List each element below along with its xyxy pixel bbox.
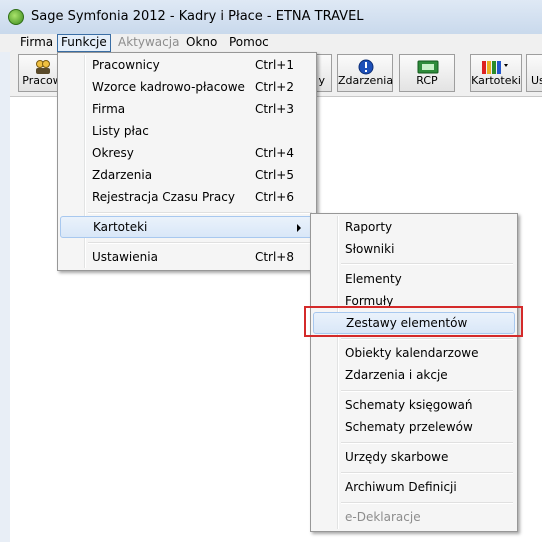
toolbar-label-hidden: y <box>318 74 325 87</box>
menu-item-label: Listy płac <box>92 124 149 138</box>
toolbar-label-kartoteki: Kartoteki <box>471 74 521 87</box>
menu-item-label: Urzędy skarbowe <box>345 450 449 464</box>
menu-item-label: Ustawienia <box>92 250 158 264</box>
menu-item-label: Firma <box>92 102 126 116</box>
toolbar-label-rcp: RCP <box>416 74 438 87</box>
app-logo-icon <box>8 9 24 25</box>
menu-item-shortcut: Ctrl+5 <box>254 168 294 182</box>
title-bar: Sage Symfonia 2012 - Kadry i Płace - ETN… <box>0 0 542 35</box>
toolbar-label-ustawienia: Us <box>531 74 542 87</box>
menu-firma[interactable]: Firma <box>17 34 56 52</box>
menu-item-label: Elementy <box>345 272 402 286</box>
menu-item-shortcut: Ctrl+8 <box>254 250 294 264</box>
menu-separator <box>341 390 513 392</box>
app-window: Sage Symfonia 2012 - Kadry i Płace - ETN… <box>0 0 542 542</box>
menu-item-pracownicy[interactable]: Pracownicy Ctrl+1 <box>60 54 314 76</box>
menu-item-label: Archiwum Definicji <box>345 480 457 494</box>
menu-item-shortcut: Ctrl+2 <box>254 80 294 94</box>
menu-item-label: e-Deklaracje <box>345 510 421 524</box>
submenu-item-raporty[interactable]: Raporty <box>313 216 515 238</box>
menu-item-shortcut: Ctrl+6 <box>254 190 294 204</box>
submenu-arrow-icon <box>297 224 301 232</box>
toolbar-button-ustawienia[interactable]: Us <box>526 54 542 92</box>
menu-item-label: Rejestracja Czasu Pracy <box>92 190 235 204</box>
highlight-annotation-box <box>304 306 523 337</box>
menu-bar: Firma Funkcje Aktywacja Okno Pomoc <box>0 34 542 52</box>
menu-item-label: Obiekty kalendarzowe <box>345 346 479 360</box>
menu-item-okresy[interactable]: Okresy Ctrl+4 <box>60 142 314 164</box>
toolbar-button-kartoteki[interactable]: Kartoteki <box>470 54 522 92</box>
menu-item-kartoteki[interactable]: Kartoteki <box>60 216 314 238</box>
menu-item-label: Wzorce kadrowo-płacowe <box>92 80 245 94</box>
submenu-item-e-deklaracje[interactable]: e-Deklaracje <box>313 506 515 528</box>
kartoteki-submenu: Raporty Słowniki Elementy Formuły Zestaw… <box>310 213 518 532</box>
menu-item-rejestracja-czasu-pracy[interactable]: Rejestracja Czasu Pracy Ctrl+6 <box>60 186 314 208</box>
menu-item-shortcut: Ctrl+1 <box>254 58 294 72</box>
toolbar-label-zdarzenia: Zdarzenia <box>338 74 394 87</box>
submenu-item-obiekty-kalendarzowe[interactable]: Obiekty kalendarzowe <box>313 342 515 364</box>
menu-item-ustawienia[interactable]: Ustawienia Ctrl+8 <box>60 246 314 268</box>
menu-item-label: Schematy księgowań <box>345 398 473 412</box>
menu-aktywacja[interactable]: Aktywacja <box>115 34 182 52</box>
menu-item-label: Okresy <box>92 146 134 160</box>
menu-item-label: Kartoteki <box>93 220 148 234</box>
menu-okno[interactable]: Okno <box>183 34 220 52</box>
menu-item-wzorce[interactable]: Wzorce kadrowo-płacowe Ctrl+2 <box>60 76 314 98</box>
funkcje-menu: Pracownicy Ctrl+1 Wzorce kadrowo-płacowe… <box>57 52 317 271</box>
submenu-item-zdarzenia-i-akcje[interactable]: Zdarzenia i akcje <box>313 364 515 386</box>
submenu-item-slowniki[interactable]: Słowniki <box>313 238 515 260</box>
menu-item-zdarzenia[interactable]: Zdarzenia Ctrl+5 <box>60 164 314 186</box>
menu-item-label: Słowniki <box>345 242 395 256</box>
menu-item-label: Pracownicy <box>92 58 160 72</box>
users-icon <box>36 60 50 74</box>
submenu-item-schematy-przelewow[interactable]: Schematy przelewów <box>313 416 515 438</box>
submenu-item-elementy[interactable]: Elementy <box>313 268 515 290</box>
menu-item-label: Raporty <box>345 220 393 234</box>
menu-item-listy-plac[interactable]: Listy płac <box>60 120 314 142</box>
menu-item-label: Schematy przelewów <box>345 420 473 434</box>
menu-item-shortcut: Ctrl+4 <box>254 146 294 160</box>
menu-separator <box>341 502 513 504</box>
menu-separator <box>341 472 513 474</box>
kartoteki-icon <box>482 61 508 74</box>
menu-item-shortcut: Ctrl+3 <box>254 102 294 116</box>
menu-item-firma[interactable]: Firma Ctrl+3 <box>60 98 314 120</box>
menu-separator <box>341 442 513 444</box>
submenu-item-archiwum-definicji[interactable]: Archiwum Definicji <box>313 476 515 498</box>
menu-separator <box>341 338 513 340</box>
submenu-item-urzedy-skarbowe[interactable]: Urzędy skarbowe <box>313 446 515 468</box>
toolbar-button-zdarzenia[interactable]: Zdarzenia <box>337 54 393 92</box>
rcp-icon <box>417 60 439 74</box>
menu-separator <box>88 212 312 214</box>
menu-separator <box>88 242 312 244</box>
menu-funkcje[interactable]: Funkcje <box>57 34 111 52</box>
menu-pomoc[interactable]: Pomoc <box>226 34 272 52</box>
submenu-item-schematy-ksiegowan[interactable]: Schematy księgowań <box>313 394 515 416</box>
window-title: Sage Symfonia 2012 - Kadry i Płace - ETN… <box>31 9 364 24</box>
menu-item-label: Zdarzenia i akcje <box>345 368 448 382</box>
menu-item-label: Zdarzenia <box>92 168 153 182</box>
menu-separator <box>341 263 513 265</box>
toolbar-button-rcp[interactable]: RCP <box>399 54 455 92</box>
